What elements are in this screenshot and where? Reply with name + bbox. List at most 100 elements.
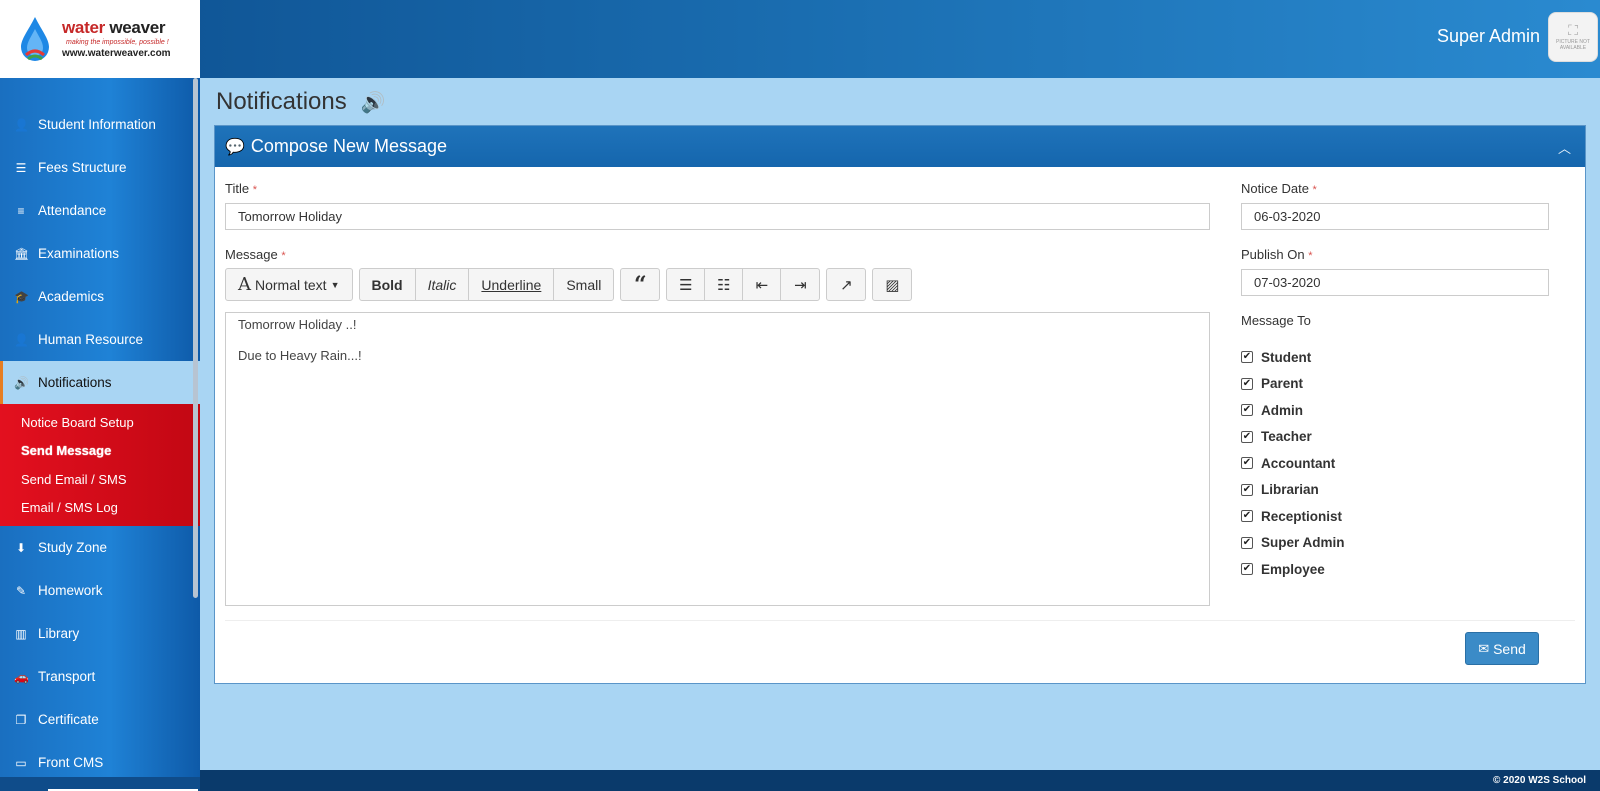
checkbox-checked-icon[interactable]: ✔: [1241, 563, 1253, 576]
user-icon: 👤: [14, 332, 29, 347]
notice-date-label: Notice Date *: [1241, 181, 1317, 196]
top-header: water weaver making the impossible, poss…: [0, 0, 1600, 78]
checkbox-checked-icon[interactable]: ✔: [1241, 457, 1253, 470]
notice-date-input[interactable]: 06-03-2020: [1241, 203, 1549, 230]
link-group: ↗: [826, 268, 867, 301]
checkbox-checked-icon[interactable]: ✔: [1241, 536, 1253, 549]
italic-button[interactable]: Italic: [416, 269, 470, 300]
unordered-list-icon[interactable]: ☰: [667, 269, 706, 300]
recipient-super-admin[interactable]: ✔ Super Admin: [1241, 530, 1345, 557]
checkbox-checked-icon[interactable]: ✔: [1241, 430, 1253, 443]
sidebar-item-academics[interactable]: 🎓 Academics: [0, 275, 200, 318]
panel-header: 💬 Compose New Message ︿: [215, 126, 1585, 167]
logo[interactable]: water weaver making the impossible, poss…: [0, 0, 200, 78]
main-content: Notifications 🔊 💬 Compose New Message ︿ …: [200, 78, 1600, 791]
barcode-icon: ▥: [15, 626, 27, 641]
form-divider: [225, 620, 1575, 621]
water-drop-logo-icon: [21, 17, 49, 61]
list-icon: ≡: [17, 203, 25, 218]
chevron-up-icon[interactable]: ︿: [1558, 138, 1571, 157]
comment-icon: 💬: [225, 138, 245, 156]
checkbox-checked-icon[interactable]: ✔: [1241, 510, 1253, 523]
bold-button[interactable]: Bold: [360, 269, 416, 300]
sidebar-scrollbar[interactable]: [193, 78, 198, 598]
sidebar-item-fees-structure[interactable]: ☰ Fees Structure: [0, 146, 200, 189]
copyright-text: © 2020 W2S School: [1493, 775, 1586, 786]
sidebar-bottom-scrollbar[interactable]: [0, 777, 200, 791]
caret-down-icon: ▼: [330, 279, 340, 290]
edit-icon: ✎: [15, 583, 27, 598]
sidebar-item-study-zone[interactable]: ⬇ Study Zone: [0, 526, 200, 569]
recipient-parent[interactable]: ✔ Parent: [1241, 371, 1345, 398]
publish-on-label: Publish On *: [1241, 247, 1313, 262]
notifications-submenu: Notice Board Setup Send Message Send Ema…: [0, 404, 200, 526]
underline-button[interactable]: Underline: [469, 269, 555, 300]
recipient-employee[interactable]: ✔ Employee: [1241, 556, 1345, 583]
user-name[interactable]: Super Admin: [1437, 26, 1540, 47]
font-icon: A: [238, 274, 251, 295]
checkbox-checked-icon[interactable]: ✔: [1241, 404, 1253, 417]
list-group: ☰ ☷ ⇤ ⇥: [666, 268, 821, 301]
editor-toolbar: A Normal text ▼ Bold Italic Underline Smal…: [225, 268, 918, 301]
sidebar-item-certificate[interactable]: ❐ Certificate: [0, 698, 200, 741]
quote-group: “: [620, 268, 661, 301]
submenu-item-send-email-sms[interactable]: Send Email / SMS: [0, 465, 200, 494]
user-icon: 👤: [14, 117, 29, 132]
checkbox-checked-icon[interactable]: ✔: [1241, 483, 1253, 496]
sidebar-item-human-resource[interactable]: 👤 Human Resource: [0, 318, 200, 361]
send-button[interactable]: ✉ Send: [1465, 632, 1539, 665]
recipient-accountant[interactable]: ✔ Accountant: [1241, 450, 1345, 477]
logo-tagline: making the impossible, possible !: [66, 38, 169, 46]
panel-title: Compose New Message: [250, 136, 448, 156]
outdent-icon[interactable]: ⇤: [743, 269, 782, 300]
recipient-librarian[interactable]: ✔ Librarian: [1241, 477, 1345, 504]
recipient-receptionist[interactable]: ✔ Receptionist: [1241, 503, 1345, 530]
recipient-student[interactable]: ✔ Student: [1241, 344, 1345, 371]
page-title: Notifications 🔊: [216, 88, 386, 115]
speaker-icon: 🔊: [360, 91, 386, 114]
sidebar-item-attendance[interactable]: ≡ Attendance: [0, 189, 200, 232]
image-icon[interactable]: ▨: [873, 269, 911, 300]
sidebar-item-notifications[interactable]: 🔊 Notifications: [0, 361, 200, 404]
text-format-group: Bold Italic Underline Small: [358, 268, 615, 301]
avatar[interactable]: ⛶ PICTURE NOT AVAILABLE: [1548, 12, 1598, 62]
editor-line: Tomorrow Holiday ..!: [238, 317, 357, 332]
title-input[interactable]: Tomorrow Holiday: [225, 203, 1210, 230]
indent-icon[interactable]: ⇥: [781, 269, 819, 300]
editor-line: Due to Heavy Rain...!: [238, 347, 362, 363]
sidebar-item-homework[interactable]: ✎ Homework: [0, 569, 200, 612]
sidebar-item-student-information[interactable]: 👤 Student Information: [0, 103, 200, 146]
footer: © 2020 W2S School: [200, 770, 1600, 791]
publish-on-input[interactable]: 07-03-2020: [1241, 269, 1549, 296]
checkbox-checked-icon[interactable]: ✔: [1241, 377, 1253, 390]
message-editor[interactable]: Tomorrow Holiday ..! Due to Heavy Rain..…: [225, 312, 1210, 606]
share-link-icon[interactable]: ↗: [827, 269, 865, 300]
submenu-item-email-sms-log[interactable]: Email / SMS Log: [0, 494, 200, 523]
sidebar-nav: 👤 Student Information ☰ Fees Structure ≡ At…: [0, 78, 200, 784]
logo-title: water weaver: [62, 17, 166, 37]
font-style-dropdown[interactable]: A Normal text ▼: [226, 269, 352, 300]
font-style-group: A Normal text ▼: [225, 268, 353, 301]
volume-icon: 🔊: [14, 375, 29, 390]
quote-icon[interactable]: “: [621, 269, 659, 300]
sidebar-item-transport[interactable]: 🚗 Transport: [0, 655, 200, 698]
title-label: Title *: [225, 181, 257, 196]
message-label: Message *: [225, 247, 286, 262]
checkbox-checked-icon[interactable]: ✔: [1241, 351, 1253, 364]
image-group: ▨: [872, 268, 913, 301]
recipient-checklist: ✔ Student ✔ Parent ✔ Admin ✔ Teacher ✔ Accoun…: [1241, 344, 1345, 583]
submenu-item-send-message[interactable]: Send Message: [0, 437, 200, 466]
small-button[interactable]: Small: [554, 269, 613, 300]
compose-panel: 💬 Compose New Message ︿ Title * Tomorrow…: [214, 125, 1586, 684]
database-icon: ☰: [15, 160, 27, 175]
recipient-teacher[interactable]: ✔ Teacher: [1241, 424, 1345, 451]
sidebar-item-library[interactable]: ▥ Library: [0, 612, 200, 655]
copy-icon: ❐: [15, 712, 27, 727]
ordered-list-icon[interactable]: ☷: [705, 269, 744, 300]
recipient-admin[interactable]: ✔ Admin: [1241, 397, 1345, 424]
car-icon: 🚗: [14, 669, 29, 684]
bank-icon: 🏛: [14, 246, 30, 261]
submenu-item-notice-board-setup[interactable]: Notice Board Setup: [0, 408, 200, 437]
avatar-placeholder-text: PICTURE NOT AVAILABLE: [1556, 39, 1590, 51]
sidebar-item-examinations[interactable]: 🏛 Examinations: [0, 232, 200, 275]
